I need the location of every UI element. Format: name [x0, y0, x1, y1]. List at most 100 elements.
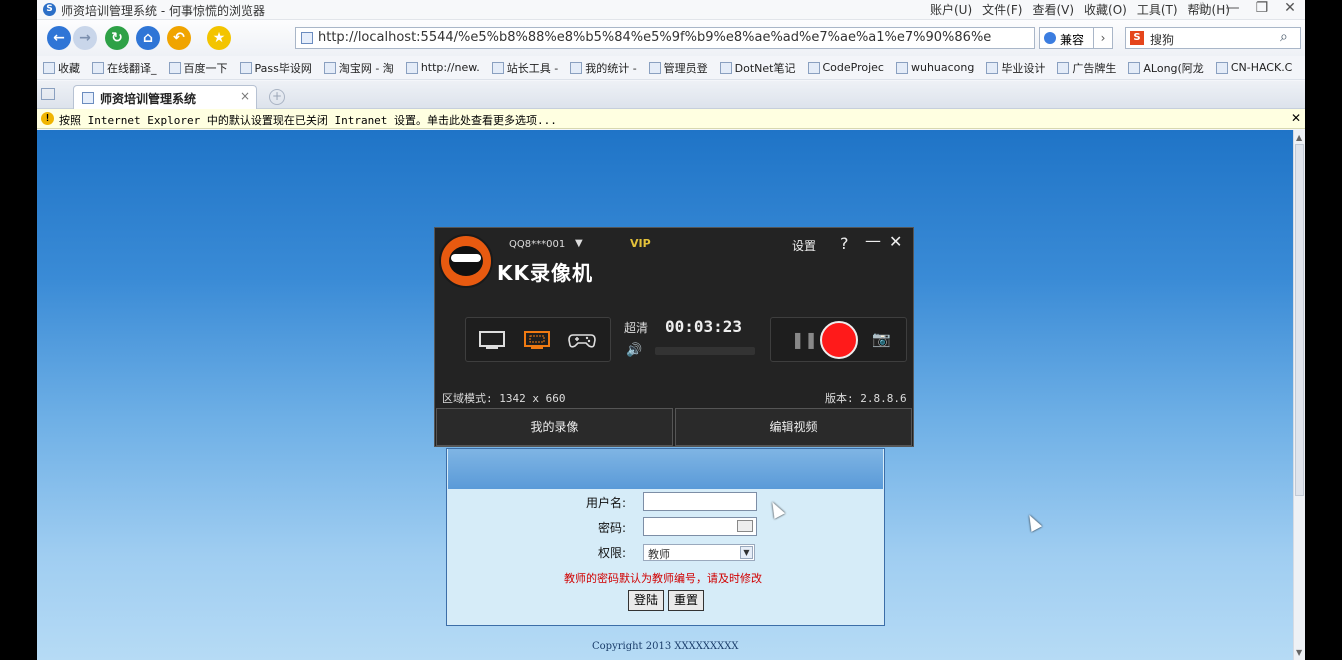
new-tab-icon[interactable]: + [269, 89, 285, 105]
favorite-star-icon[interactable]: ★ [207, 26, 231, 50]
chevron-down-icon[interactable]: ▼ [740, 546, 753, 559]
login-panel [446, 448, 885, 626]
go-arrow-icon[interactable]: › [1093, 27, 1113, 49]
fav-item[interactable]: 站长工具 - [491, 60, 558, 76]
right-black-border [1305, 0, 1342, 660]
password-input[interactable] [643, 517, 757, 536]
edit-video-button[interactable]: 编辑视频 [675, 408, 912, 446]
my-videos-button[interactable]: 我的录像 [436, 408, 673, 446]
quality-setting[interactable]: 超清 [624, 319, 648, 336]
pause-icon[interactable]: ❚❚ [791, 330, 818, 349]
fav-item[interactable]: wuhuacong [895, 61, 974, 74]
tab-page-icon [82, 92, 94, 104]
reset-button[interactable]: 重置 [668, 590, 705, 611]
favorites-menu[interactable]: 收藏 [43, 60, 80, 76]
address-url: http://localhost:5544/%e5%b8%88%e8%b5%84… [318, 30, 992, 45]
login-button[interactable]: 登陆 [628, 590, 665, 611]
refresh-icon[interactable]: ↻ [105, 26, 129, 50]
shirt-skin-icon[interactable]: ♘ [1197, 0, 1210, 16]
menu-file[interactable]: 文件(F) [982, 1, 1022, 18]
speaker-icon[interactable]: 🔊 [626, 343, 642, 358]
restore-window-icon[interactable]: ❐ [1256, 0, 1269, 16]
help-icon[interactable]: ? [840, 234, 849, 253]
tab-bar: 师资培训管理系统 × + [37, 81, 1305, 109]
fav-item[interactable]: 广告牌生 [1057, 60, 1116, 76]
version-info: 版本: 2.8.8.6 [825, 392, 907, 405]
fav-item[interactable]: Pass毕设网 [239, 60, 312, 76]
minimize-icon[interactable]: — [865, 231, 881, 250]
keyboard-icon[interactable] [737, 520, 753, 532]
fav-item[interactable]: 在线翻译_ [92, 60, 157, 76]
codeproject-icon [807, 61, 820, 74]
minimize-window-icon[interactable]: — [1226, 0, 1240, 16]
page-icon [570, 61, 583, 74]
record-button[interactable] [820, 321, 858, 359]
chart-icon [405, 61, 418, 74]
menu-favorites[interactable]: 收藏(O) [1084, 1, 1127, 18]
page-icon [491, 61, 504, 74]
search-placeholder: 搜狗 [1150, 33, 1175, 47]
navigation-toolbar: ← → ↻ ⌂ ↶ ★ http://localhost:5544/%e5%b8… [37, 20, 1305, 56]
scroll-down-icon[interactable]: ▼ [1296, 648, 1302, 657]
scroll-up-icon[interactable]: ▲ [1296, 133, 1302, 142]
password-hint: 教师的密码默认为教师编号，请及时修改 [564, 572, 762, 585]
compat-label: 兼容 [1060, 33, 1085, 47]
fav-item[interactable]: ALong(阿龙 [1128, 60, 1204, 76]
region-mode-info: 区域模式: 1342 x 660 [442, 392, 566, 405]
tab-close-icon[interactable]: × [240, 89, 250, 103]
kk-user-account[interactable]: QQ8***001 [509, 239, 565, 250]
baidu-icon [168, 61, 181, 74]
menu-account[interactable]: 账户(U) [930, 1, 972, 18]
fav-item[interactable]: 淘宝网 - 淘 [323, 60, 394, 76]
fav-item[interactable]: 毕业设计 [986, 60, 1045, 76]
tab-list-icon[interactable] [41, 88, 55, 100]
game-mode-icon[interactable] [568, 330, 596, 350]
address-bar[interactable]: http://localhost:5544/%e5%b8%88%e8%b5%84… [295, 27, 1035, 49]
favorites-icon [43, 61, 55, 74]
fav-item[interactable]: 我的统计 - [570, 60, 637, 76]
user-dropdown-icon[interactable]: ▼ [575, 238, 583, 249]
menu-tools[interactable]: 工具(T) [1137, 1, 1178, 18]
page-icon [301, 32, 313, 44]
fav-item[interactable]: http://new. [405, 61, 480, 74]
youdao-icon [92, 61, 104, 74]
recording-timer: 00:03:23 [665, 317, 743, 336]
vertical-scrollbar[interactable]: ▲ ▼ [1293, 130, 1305, 660]
role-select-value: 教师 [648, 548, 670, 561]
forward-icon[interactable]: → [73, 26, 97, 50]
volume-slider[interactable] [655, 347, 755, 355]
back-icon[interactable]: ← [47, 26, 71, 50]
page-icon [1215, 61, 1228, 74]
fav-item[interactable]: 管理员登 [648, 60, 708, 76]
menu-view[interactable]: 查看(V) [1032, 1, 1074, 18]
information-bar[interactable]: ! 按照 Internet Explorer 中的默认设置现在已关闭 Intra… [37, 109, 1305, 129]
close-icon[interactable]: ✕ [889, 232, 902, 251]
taobao-icon [323, 61, 336, 74]
home-icon[interactable]: ⌂ [136, 26, 160, 50]
fav-item[interactable]: 百度一下 [168, 60, 228, 76]
search-icon[interactable]: ⌕ [1280, 29, 1298, 47]
region-mode-icon[interactable] [523, 330, 551, 350]
screenshot-camera-icon[interactable]: 📷 [872, 330, 891, 348]
kk-recorder-window: KK录像机 QQ8***001 ▼ VIP 设置 ? — ✕ 超清 00:03:… [434, 227, 914, 447]
page-icon [239, 61, 252, 74]
fullscreen-mode-icon[interactable] [478, 330, 506, 350]
tab-active[interactable]: 师资培训管理系统 × [73, 85, 257, 109]
page-icon [648, 61, 661, 74]
fav-item[interactable]: CodeProjec [807, 61, 884, 74]
close-window-icon[interactable]: ✕ [1284, 0, 1296, 16]
fav-item[interactable]: CN-HACK.C [1215, 61, 1292, 74]
warning-icon: ! [41, 112, 54, 125]
scrollbar-thumb[interactable] [1295, 144, 1304, 496]
settings-button[interactable]: 设置 [792, 237, 816, 254]
vip-badge[interactable]: VIP [630, 237, 651, 250]
ie-icon [1128, 61, 1141, 74]
undo-close-icon[interactable]: ↶ [167, 26, 191, 50]
fav-item[interactable]: DotNet笔记 [719, 60, 796, 76]
ie-icon [719, 61, 732, 74]
infobar-close-icon[interactable]: ✕ [1291, 111, 1301, 125]
role-select[interactable]: 教师 ▼ [643, 544, 755, 561]
search-box[interactable]: S 搜狗 ⌕ [1125, 27, 1301, 49]
username-input[interactable] [643, 492, 757, 511]
login-header-banner [448, 449, 883, 489]
